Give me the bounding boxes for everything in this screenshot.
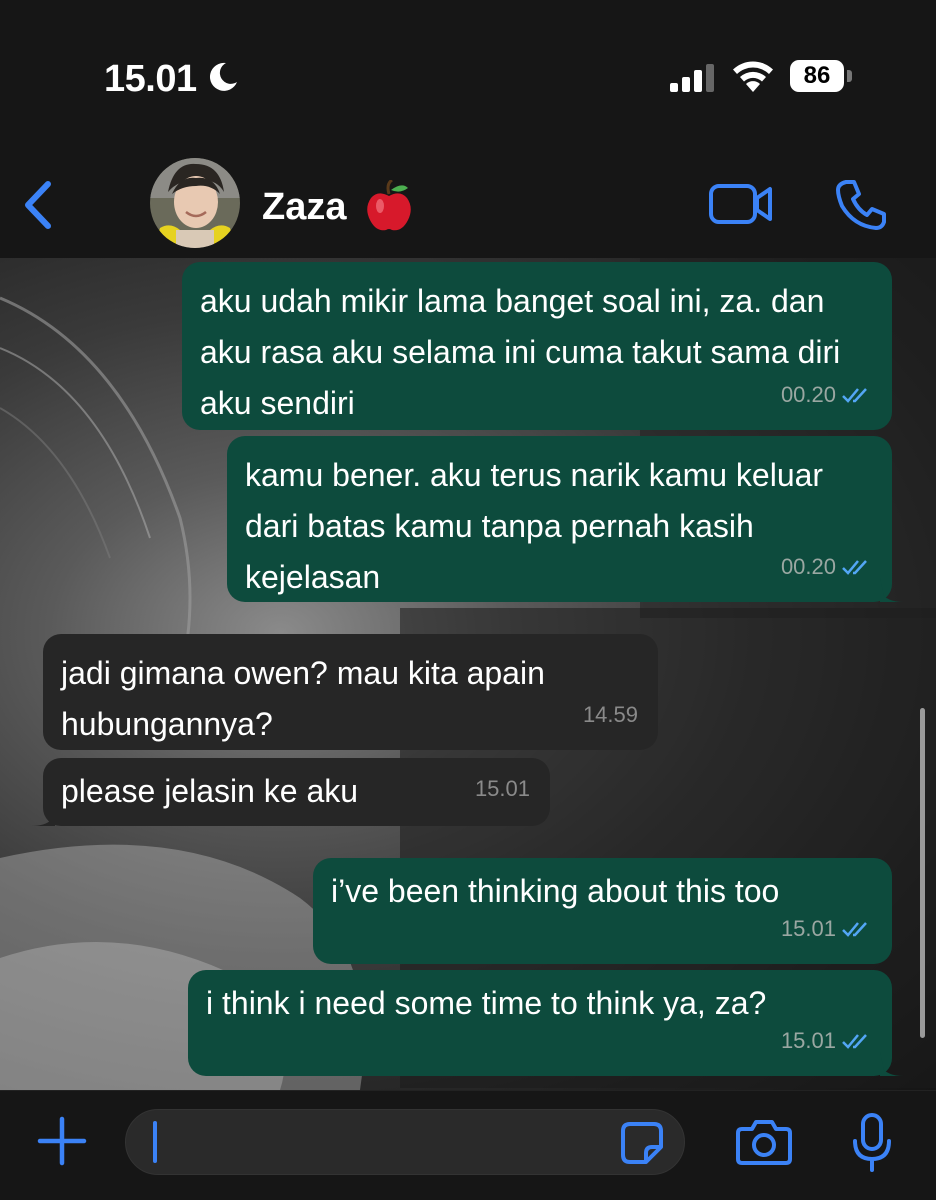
message-bubble-incoming[interactable]: jadi gimana owen? mau kita apain hubunga… xyxy=(43,634,658,750)
message-meta: 15.01 xyxy=(781,903,872,954)
read-ticks-icon xyxy=(842,387,867,403)
message-bubble-outgoing[interactable]: i think i need some time to think ya, za… xyxy=(188,970,904,1076)
voice-call-icon[interactable] xyxy=(834,178,888,232)
bubble-tail xyxy=(880,1052,904,1076)
message-text: aku udah mikir lama banget soal ini, za.… xyxy=(200,283,841,421)
battery-tip xyxy=(847,70,852,82)
message-meta: 14.59 xyxy=(583,689,638,740)
moon-icon xyxy=(209,62,237,91)
message-input[interactable] xyxy=(125,1109,685,1175)
read-ticks-icon xyxy=(842,921,867,937)
bubble-tail xyxy=(880,578,904,602)
avatar[interactable] xyxy=(150,158,240,248)
message-time: 00.20 xyxy=(780,554,836,579)
cellular-signal-icon xyxy=(670,64,714,92)
message-text: i think i need some time to think ya, za… xyxy=(206,985,767,1021)
camera-icon[interactable] xyxy=(736,1119,792,1165)
message-time: 00.20 xyxy=(780,382,836,407)
message-time: 15.01 xyxy=(474,776,530,801)
chat-area[interactable]: aku udah mikir lama banget soal ini, za.… xyxy=(0,258,936,1090)
message-text: please jelasin ke aku xyxy=(61,773,359,809)
scrollbar[interactable] xyxy=(920,708,925,1038)
message-time: 15.01 xyxy=(780,916,836,941)
message-time: 14.59 xyxy=(582,702,638,727)
plus-icon[interactable] xyxy=(36,1115,88,1167)
read-ticks-icon xyxy=(842,1033,867,1049)
message-bubble-outgoing[interactable]: i’ve been thinking about this too 15.01 xyxy=(313,858,892,964)
chat-header: Zaza xyxy=(0,150,936,258)
battery-indicator: 86 xyxy=(790,60,852,92)
message-text: kamu bener. aku terus narik kamu keluar … xyxy=(245,457,824,595)
sticker-icon[interactable] xyxy=(620,1121,664,1165)
back-chevron-icon[interactable] xyxy=(20,180,56,230)
message-meta: 15.01 xyxy=(781,1015,872,1066)
status-bar: 15.01 86 xyxy=(0,0,936,150)
text-cursor xyxy=(153,1121,157,1163)
input-bar xyxy=(0,1090,936,1200)
battery-level: 86 xyxy=(790,60,844,92)
message-time: 15.01 xyxy=(780,1028,836,1053)
video-call-icon[interactable] xyxy=(708,182,774,226)
message-bubble-outgoing[interactable]: aku udah mikir lama banget soal ini, za.… xyxy=(182,262,892,430)
bubble-tail xyxy=(31,802,55,826)
message-text: jadi gimana owen? mau kita apain hubunga… xyxy=(61,655,545,742)
apple-icon xyxy=(367,180,411,231)
message-bubble-incoming[interactable]: please jelasin ke aku 15.01 xyxy=(31,758,550,826)
read-ticks-icon xyxy=(842,559,867,575)
wifi-icon xyxy=(733,61,773,92)
message-meta: 00.20 xyxy=(781,541,872,592)
microphone-icon[interactable] xyxy=(852,1113,892,1173)
contact-name[interactable]: Zaza xyxy=(262,186,346,229)
message-meta: 15.01 xyxy=(475,763,530,814)
status-time: 15.01 xyxy=(104,58,197,100)
message-bubble-outgoing[interactable]: kamu bener. aku terus narik kamu keluar … xyxy=(227,436,904,602)
message-meta: 00.20 xyxy=(781,369,872,420)
